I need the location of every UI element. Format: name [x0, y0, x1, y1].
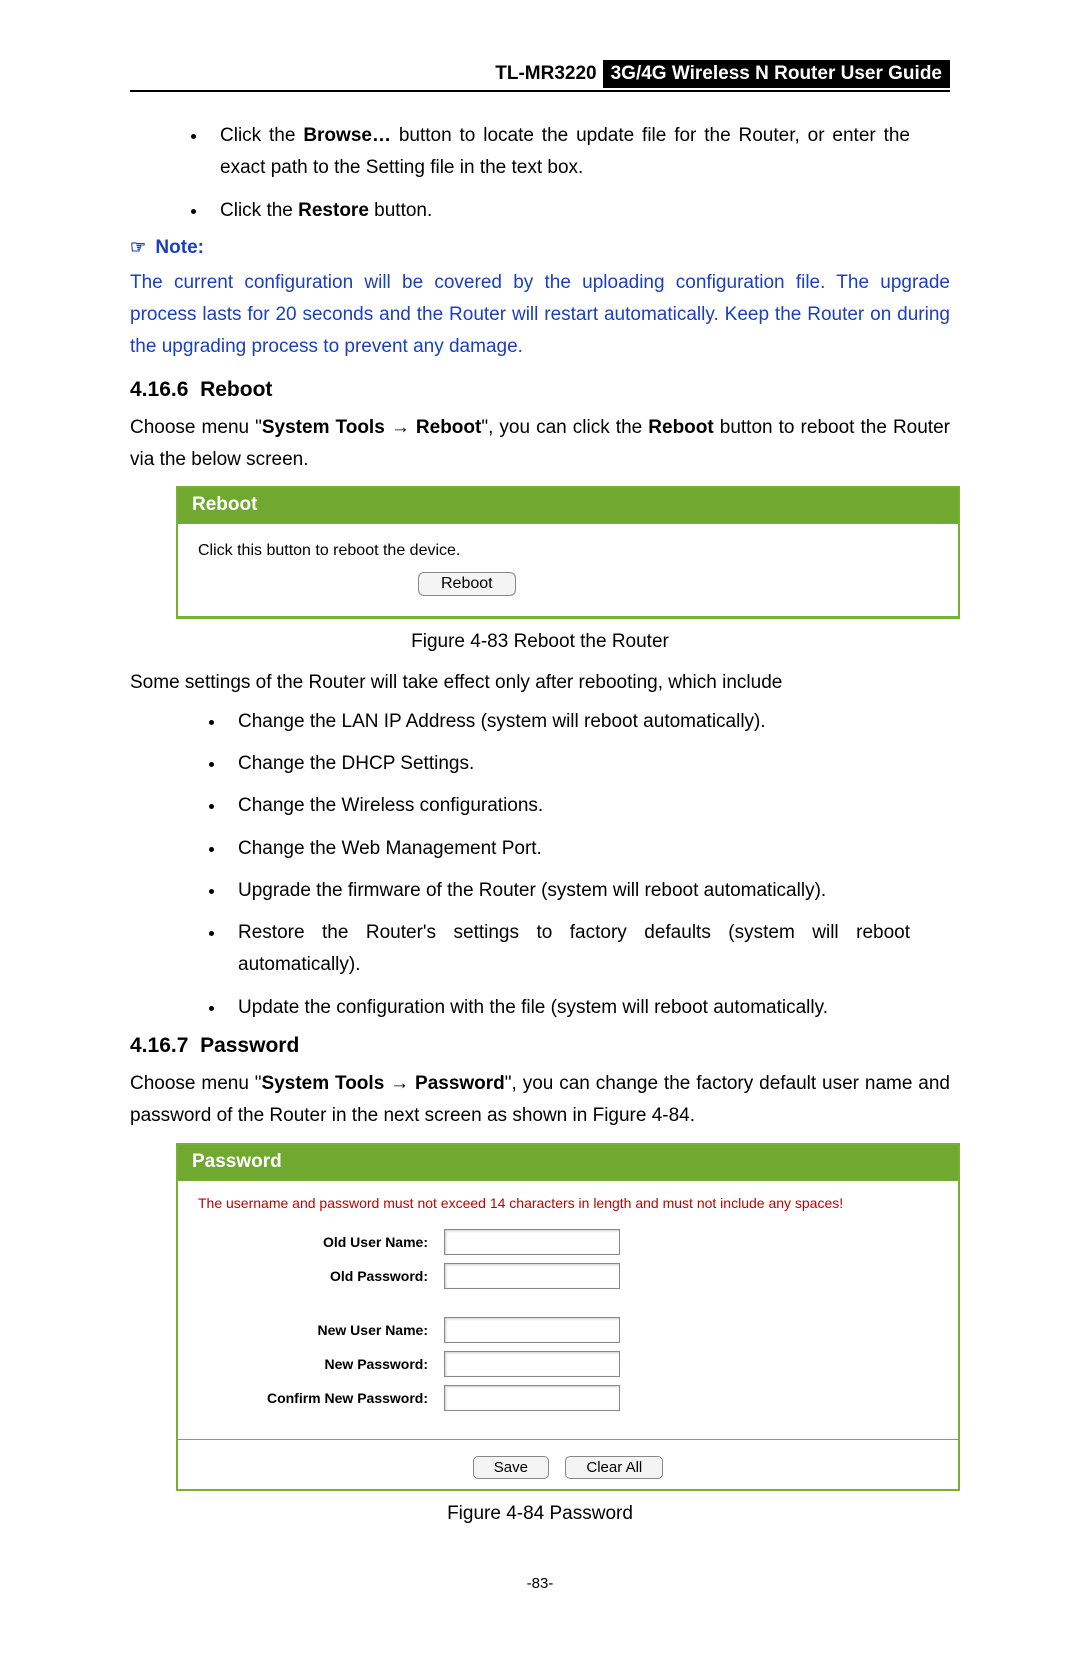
figure-caption-83: Figure 4-83 Reboot the Router — [130, 631, 950, 653]
effect-bullet-list: Change the LAN IP Address (system will r… — [226, 706, 910, 1024]
list-item: Change the LAN IP Address (system will r… — [226, 706, 910, 738]
top-bullet-list: Click the Browse… button to locate the u… — [208, 120, 910, 227]
save-button[interactable]: Save — [473, 1456, 549, 1479]
section-number: 4.16.7 — [130, 1034, 188, 1057]
form-row-new-user: New User Name: — [198, 1317, 938, 1343]
section-heading-reboot: 4.16.6 Reboot — [130, 378, 950, 402]
bold-text: System Tools — [262, 417, 385, 438]
bold-text: Browse… — [303, 125, 391, 146]
list-item: Upgrade the firmware of the Router (syst… — [226, 875, 910, 907]
list-item: Click the Browse… button to locate the u… — [208, 120, 910, 185]
confirm-pass-input[interactable] — [444, 1385, 620, 1411]
form-row-new-pass: New Password: — [198, 1351, 938, 1377]
note-label: Note: — [155, 237, 204, 258]
bold-text: System Tools — [262, 1073, 385, 1094]
panel-body: The username and password must not excee… — [178, 1181, 958, 1439]
effect-paragraph: Some settings of the Router will take ef… — [130, 667, 950, 699]
form-row-old-user: Old User Name: — [198, 1229, 938, 1255]
list-item: Change the DHCP Settings. — [226, 748, 910, 780]
arrow-icon: → — [384, 1073, 415, 1094]
figure-caption-84: Figure 4-84 Password — [130, 1503, 950, 1525]
password-paragraph: Choose menu "System Tools → Password", y… — [130, 1068, 950, 1133]
text: button. — [369, 200, 432, 221]
list-item: Change the Wireless configurations. — [226, 790, 910, 822]
form-row-old-pass: Old Password: — [198, 1263, 938, 1289]
hand-icon: ☞ — [130, 237, 146, 258]
panel-title: Reboot — [178, 488, 958, 523]
old-pass-input[interactable] — [444, 1263, 620, 1289]
page-number: -83- — [130, 1575, 950, 1592]
divider — [178, 616, 958, 617]
section-title: Password — [200, 1034, 299, 1057]
bold-text: Restore — [298, 200, 369, 221]
section-number: 4.16.6 — [130, 378, 188, 401]
section-heading-password: 4.16.7 Password — [130, 1034, 950, 1058]
clear-all-button[interactable]: Clear All — [565, 1456, 663, 1479]
reboot-button[interactable]: Reboot — [418, 572, 516, 596]
old-user-input[interactable] — [444, 1229, 620, 1255]
panel-title: Password — [178, 1145, 958, 1180]
list-item: Update the configuration with the file (… — [226, 992, 910, 1024]
password-panel: Password The username and password must … — [176, 1143, 960, 1491]
new-user-label: New User Name: — [198, 1322, 444, 1338]
text: Click the — [220, 125, 303, 146]
bold-text: Reboot — [416, 417, 481, 438]
reboot-description: Click this button to reboot the device. — [198, 542, 938, 560]
list-item: Click the Restore button. — [208, 195, 910, 227]
new-pass-input[interactable] — [444, 1351, 620, 1377]
old-pass-label: Old Password: — [198, 1268, 444, 1284]
section-title: Reboot — [200, 378, 272, 401]
text: Choose menu " — [130, 1073, 262, 1094]
note-paragraph: The current configuration will be covere… — [130, 267, 950, 364]
form-row-confirm: Confirm New Password: — [198, 1385, 938, 1411]
list-item: Restore the Router's settings to factory… — [226, 917, 910, 982]
bold-text: Reboot — [648, 417, 713, 438]
old-user-label: Old User Name: — [198, 1234, 444, 1250]
confirm-pass-label: Confirm New Password: — [198, 1390, 444, 1406]
reboot-paragraph: Choose menu "System Tools → Reboot", you… — [130, 412, 950, 477]
button-row: Save Clear All — [178, 1446, 958, 1489]
arrow-icon: → — [385, 417, 416, 438]
password-warning: The username and password must not excee… — [198, 1195, 938, 1211]
page-header: TL-MR32203G/4G Wireless N Router User Gu… — [130, 60, 950, 92]
text: Click the — [220, 200, 298, 221]
reboot-panel: Reboot Click this button to reboot the d… — [176, 486, 960, 619]
new-user-input[interactable] — [444, 1317, 620, 1343]
bold-text: Password — [415, 1073, 505, 1094]
panel-body: Click this button to reboot the device. … — [178, 524, 958, 616]
new-pass-label: New Password: — [198, 1356, 444, 1372]
text: Choose menu " — [130, 417, 262, 438]
divider — [178, 1439, 958, 1440]
note-heading: ☞ Note: — [130, 237, 950, 259]
text: ", you can click the — [481, 417, 648, 438]
guide-title: 3G/4G Wireless N Router User Guide — [603, 60, 950, 88]
list-item: Change the Web Management Port. — [226, 833, 910, 865]
model-label: TL-MR3220 — [495, 63, 602, 85]
